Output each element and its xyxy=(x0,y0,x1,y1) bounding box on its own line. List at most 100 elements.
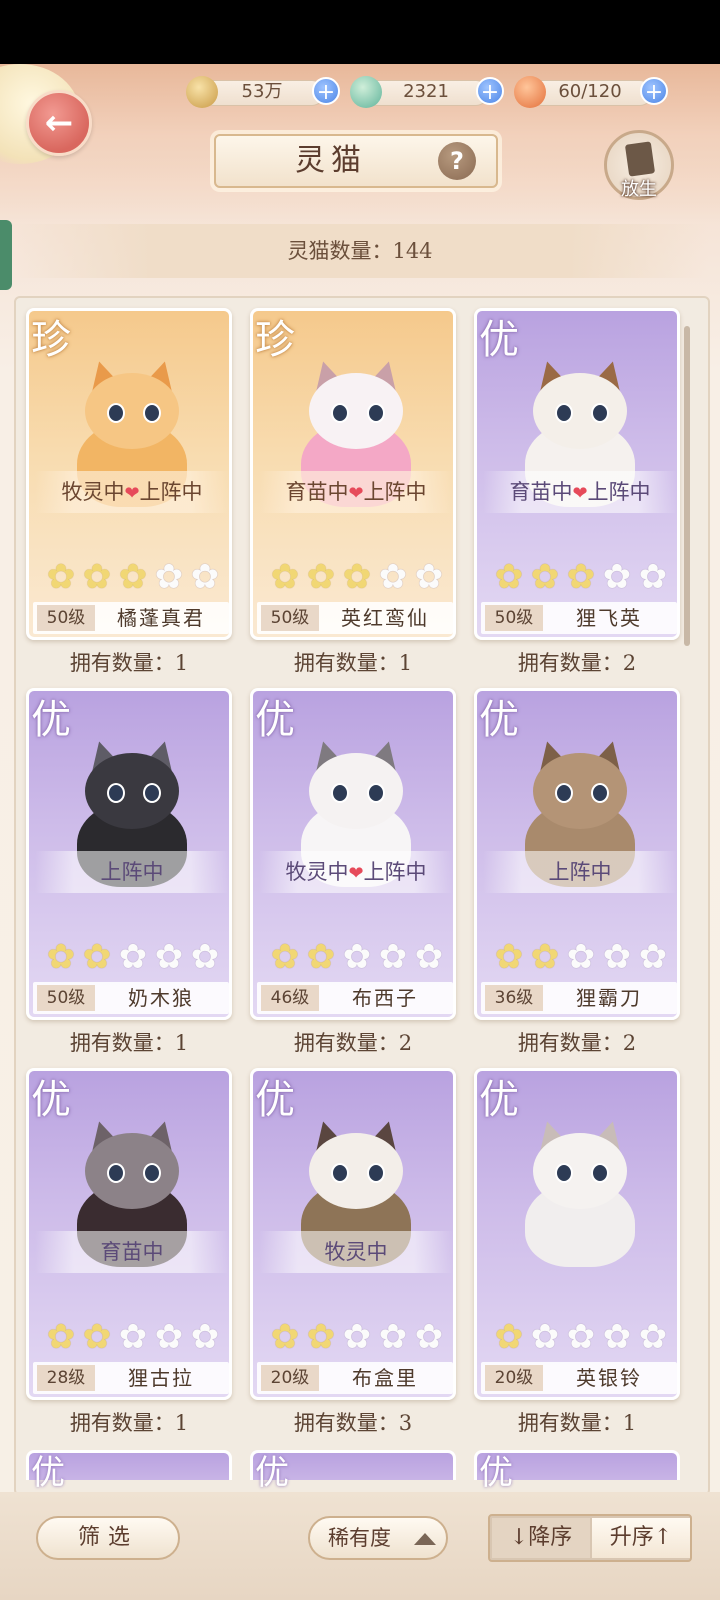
heart-icon: ❤ xyxy=(348,863,364,884)
cat-name: 英红鸾仙 xyxy=(341,606,429,630)
star-filled-icon xyxy=(269,1317,301,1357)
star-rating xyxy=(269,557,449,597)
cat-status: 牧灵中 xyxy=(259,1231,453,1273)
back-arrow-icon: ← xyxy=(44,103,74,143)
cat-name: 狸古拉 xyxy=(128,1366,194,1390)
star-empty-icon xyxy=(117,937,149,977)
rarity-badge: 优 xyxy=(255,1453,289,1493)
cat-card-cell: 珍牧灵中❤上阵中 50级橘蓬真君拥有数量：1 xyxy=(26,308,236,688)
cat-namebar: 28级 狸古拉 xyxy=(33,1362,229,1394)
cat-card-peek[interactable]: 优 xyxy=(474,1450,680,1493)
grid-scrollbar[interactable] xyxy=(684,326,690,646)
star-empty-icon xyxy=(413,937,445,977)
star-filled-icon xyxy=(81,937,113,977)
star-filled-icon xyxy=(45,1317,77,1357)
cat-card[interactable]: 优上阵中 50级 奶木狼 xyxy=(26,688,232,1020)
star-empty-icon xyxy=(377,557,409,597)
cat-level: 46级 xyxy=(261,985,319,1011)
rarity-badge: 优 xyxy=(479,1077,519,1123)
star-empty-icon xyxy=(637,1317,669,1357)
sort-order-toggle: ↓降序 升序↑ xyxy=(488,1514,692,1562)
cat-namebar: 50级 橘蓬真君 xyxy=(33,602,229,634)
cat-card[interactable]: 优育苗中❤上阵中 50级 狸飞英 xyxy=(474,308,680,640)
star-filled-icon xyxy=(529,557,561,597)
star-empty-icon xyxy=(601,937,633,977)
star-empty-icon xyxy=(189,1317,221,1357)
cat-namebar: 20级 布盒里 xyxy=(257,1362,453,1394)
heart-icon: ❤ xyxy=(348,483,364,504)
star-filled-icon xyxy=(565,557,597,597)
page-title-plate: 灵猫 ? xyxy=(214,134,498,188)
cat-card-cell: 优育苗中❤上阵中 50级 狸飞英拥有数量：2 xyxy=(474,308,684,688)
star-filled-icon xyxy=(493,557,525,597)
star-rating xyxy=(493,1317,673,1357)
star-empty-icon xyxy=(153,557,185,597)
star-empty-icon xyxy=(341,1317,373,1357)
cat-status: 育苗中❤上阵中 xyxy=(259,471,453,513)
cat-level: 50级 xyxy=(261,605,319,631)
side-tab[interactable] xyxy=(0,220,12,290)
star-empty-icon xyxy=(565,1317,597,1357)
star-rating xyxy=(45,937,225,977)
page-title: 灵猫 xyxy=(295,143,367,178)
add-paw-coin-button[interactable]: + xyxy=(312,77,340,105)
star-filled-icon xyxy=(117,557,149,597)
owned-count: 拥有数量：2 xyxy=(517,1031,637,1055)
filter-button[interactable]: 筛选 xyxy=(36,1516,180,1560)
cat-card-peek[interactable]: 优 xyxy=(250,1450,456,1493)
cat-card[interactable]: 珍牧灵中❤上阵中 50级橘蓬真君 xyxy=(26,308,232,640)
jade-gem-value: 2321 xyxy=(403,81,449,102)
cat-card[interactable]: 优育苗中 28级 狸古拉 xyxy=(26,1068,232,1400)
status-right: 上阵中 xyxy=(139,480,203,504)
cat-namebar: 46级 布西子 xyxy=(257,982,453,1014)
star-empty-icon xyxy=(117,1317,149,1357)
star-rating xyxy=(45,1317,225,1357)
cat-card-cell: 优育苗中 28级 狸古拉拥有数量：1 xyxy=(26,1068,236,1448)
cat-status: 育苗中 xyxy=(35,1231,229,1273)
star-filled-icon xyxy=(305,937,337,977)
add-jade-gem-button[interactable]: + xyxy=(476,77,504,105)
star-empty-icon xyxy=(601,557,633,597)
cat-card[interactable]: 优牧灵中 20级 布盒里 xyxy=(250,1068,456,1400)
rarity-badge: 优 xyxy=(31,697,71,743)
cat-grid-panel[interactable]: 珍牧灵中❤上阵中50级橘蓬真君拥有数量：1珍育苗中❤上阵中50级英红鸾仙拥有数量… xyxy=(14,296,710,1496)
star-empty-icon xyxy=(153,937,185,977)
back-button[interactable]: ← xyxy=(26,90,92,156)
cat-count-bar: 灵猫数量：144 xyxy=(12,224,708,278)
status-left: 牧灵中 xyxy=(285,860,349,884)
heart-icon: ❤ xyxy=(124,483,140,504)
status-left: 育苗中 xyxy=(509,480,573,504)
sort-descending-button[interactable]: ↓降序 xyxy=(492,1518,590,1558)
release-card-icon xyxy=(624,141,656,177)
owned-count: 拥有数量：1 xyxy=(69,1411,189,1435)
status-right: 上阵中 xyxy=(100,860,164,884)
rarity-badge: 珍 xyxy=(31,317,71,363)
cat-card-cell: 优牧灵中 20级 布盒里拥有数量：3 xyxy=(250,1068,460,1448)
cat-level: 50级 xyxy=(485,605,543,631)
rarity-badge: 优 xyxy=(479,317,519,363)
cat-card-peek[interactable]: 优 xyxy=(26,1450,232,1493)
star-rating xyxy=(45,557,225,597)
cat-card[interactable]: 珍育苗中❤上阵中 50级英红鸾仙 xyxy=(250,308,456,640)
star-empty-icon xyxy=(637,557,669,597)
cat-name: 布西子 xyxy=(352,986,418,1010)
cat-portrait xyxy=(515,1117,645,1269)
cat-namebar: 50级 英红鸾仙 xyxy=(257,602,453,634)
cat-card[interactable]: 优上阵中 36级 狸霸刀 xyxy=(474,688,680,1020)
rarity-sort-button[interactable]: 稀有度 xyxy=(308,1516,448,1560)
cat-card-cell: 优牧灵中❤上阵中 46级 布西子拥有数量：2 xyxy=(250,688,460,1068)
cat-status: 牧灵中❤上阵中 xyxy=(35,471,229,513)
bottom-toolbar: 筛选 稀有度 ↓降序 升序↑ xyxy=(0,1492,720,1600)
cat-card[interactable]: 优 20级 英银铃 xyxy=(474,1068,680,1400)
cat-card[interactable]: 优牧灵中❤上阵中 46级 布西子 xyxy=(250,688,456,1020)
release-button[interactable]: 放生 xyxy=(604,130,674,200)
add-food-button[interactable]: + xyxy=(640,77,668,105)
status-right: 上阵中 xyxy=(363,480,427,504)
triangle-up-icon xyxy=(414,1533,436,1545)
owned-count: 拥有数量：1 xyxy=(517,1411,637,1435)
cat-namebar: 50级 狸飞英 xyxy=(481,602,677,634)
cat-level: 50级 xyxy=(37,605,95,631)
help-button[interactable]: ? xyxy=(438,142,476,180)
sort-ascending-button[interactable]: 升序↑ xyxy=(592,1518,690,1558)
cat-status: 牧灵中❤上阵中 xyxy=(259,851,453,893)
